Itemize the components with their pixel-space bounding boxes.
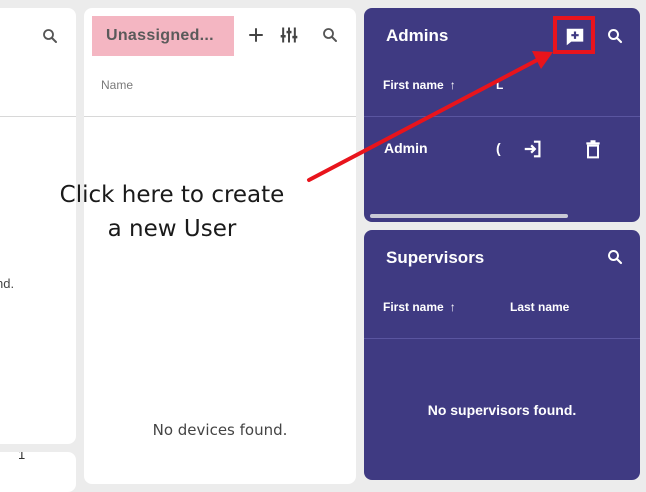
supervisors-title: Supervisors [386, 248, 485, 267]
sort-ascending-icon: ↑ [449, 300, 456, 314]
admin-first-name: Admin [384, 140, 428, 156]
divider [84, 116, 356, 117]
filter-chip-label: Unassigned... [106, 27, 214, 44]
annotation-text: Click here to create a new User [40, 178, 304, 246]
divider [364, 116, 640, 117]
column-header-first-name[interactable]: First name ↑ [383, 300, 456, 314]
column-header-last-name[interactable]: L [496, 78, 503, 92]
table-row[interactable]: Admin ( [364, 126, 640, 170]
login-icon[interactable] [518, 134, 548, 164]
column-header-first-name-label: First name [383, 78, 444, 92]
highlight-box [553, 16, 595, 54]
page-number[interactable]: 1 [18, 452, 38, 462]
delete-icon[interactable] [578, 134, 608, 164]
column-header-last-name[interactable]: Last name [510, 300, 569, 314]
add-icon[interactable] [244, 22, 268, 48]
sort-ascending-icon: ↑ [449, 78, 456, 92]
search-icon[interactable] [602, 244, 628, 270]
search-icon[interactable] [38, 24, 62, 48]
divider [364, 338, 640, 339]
divider [0, 116, 76, 117]
left-panel-footer: 1 [0, 452, 76, 492]
search-icon[interactable] [602, 23, 628, 49]
annotation-line-1: Click here to create [59, 182, 285, 208]
devices-panel: Unassigned... Name No devices found. [84, 8, 356, 484]
column-header-first-name-label: First name [383, 300, 444, 314]
supervisors-empty-text: No supervisors found. [427, 402, 577, 418]
admins-panel: Admins First name ↑ L Admin ( [364, 8, 640, 222]
column-header-first-name[interactable]: First name ↑ [383, 78, 456, 92]
devices-empty-text: No devices found. [152, 421, 288, 439]
horizontal-scrollbar[interactable] [370, 214, 568, 218]
column-header-name[interactable]: Name [101, 78, 133, 92]
left-panel-empty-text: nd. [0, 276, 15, 291]
search-icon[interactable] [318, 23, 342, 47]
filter-sliders-icon[interactable] [276, 22, 302, 48]
supervisors-panel: Supervisors First name ↑ Last name No su… [364, 230, 640, 480]
annotation-line-2: a new User [107, 216, 237, 242]
admin-last-name: ( [496, 140, 501, 156]
admins-title: Admins [386, 26, 449, 45]
filter-chip[interactable]: Unassigned... [92, 16, 234, 56]
